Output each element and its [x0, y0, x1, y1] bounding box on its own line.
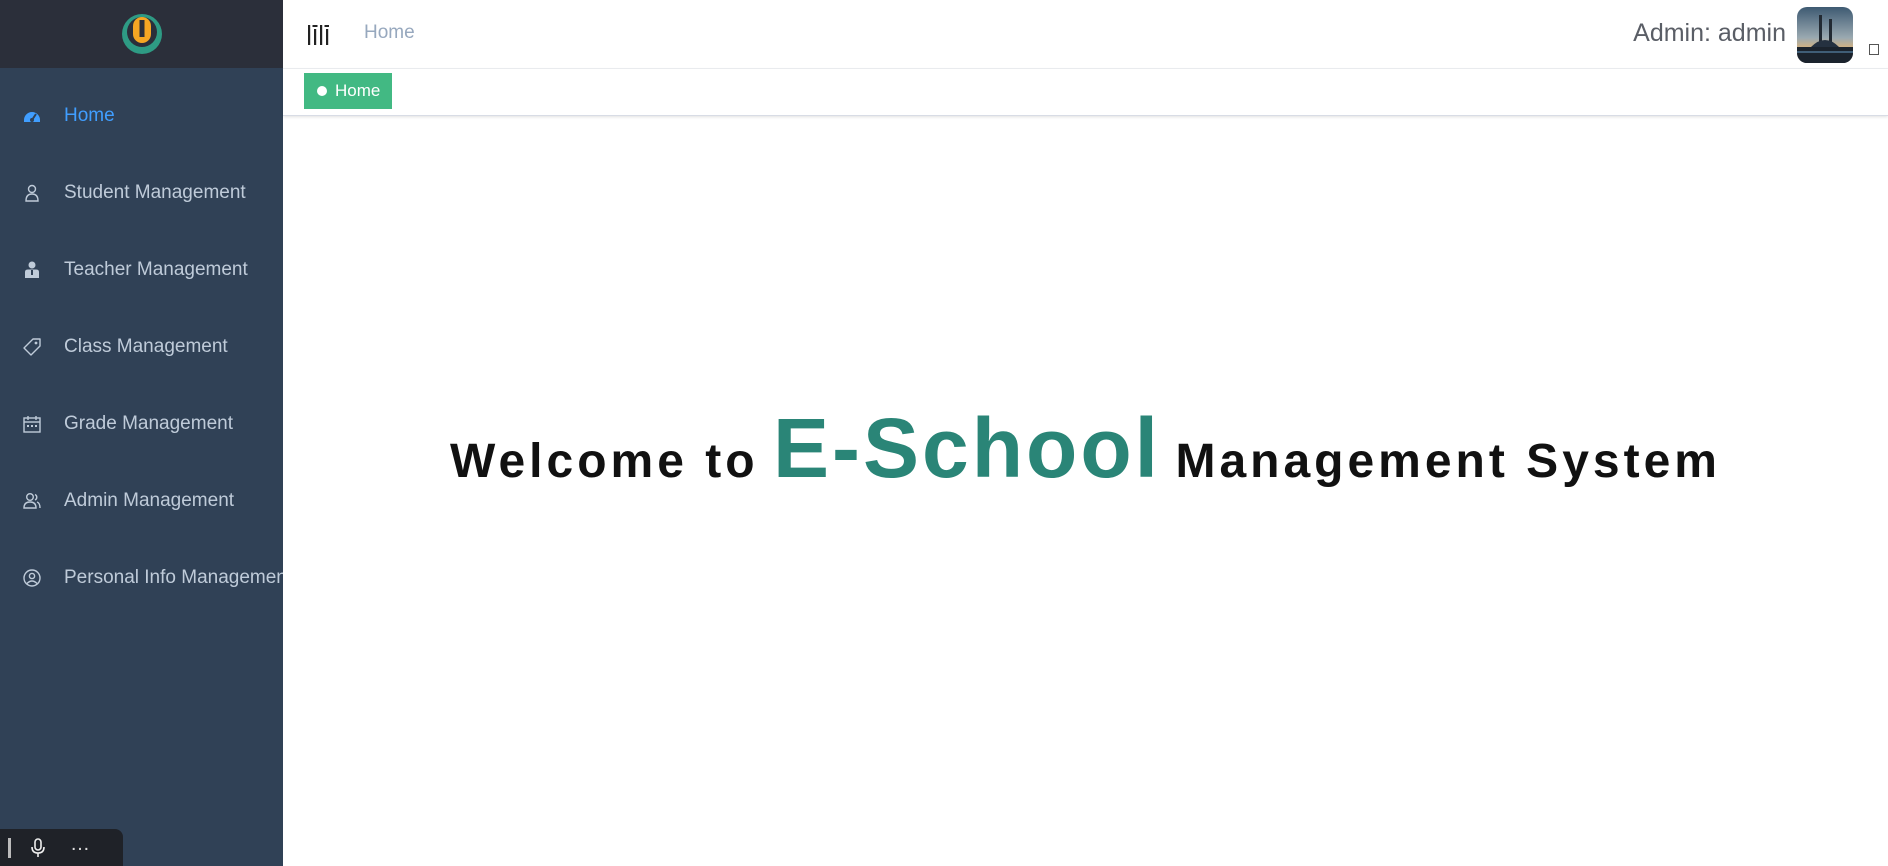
welcome-suffix: Management System [1175, 435, 1721, 488]
dashboard-icon [22, 106, 42, 126]
voice-toolbar: … [0, 829, 123, 866]
welcome-prefix: Welcome to [450, 435, 759, 488]
active-dot-icon [317, 86, 327, 96]
user-circle-icon [22, 568, 42, 588]
more-options-icon[interactable]: … [70, 834, 91, 854]
sidebar-item-label: Personal Info Management [64, 566, 283, 588]
sidebar-item-personal-info-management[interactable]: Personal Info Management [0, 539, 283, 616]
sidebar-item-student-management[interactable]: Student Management [0, 154, 283, 231]
welcome-banner: Welcome to E-School Management System [283, 400, 1888, 497]
dropdown-caret-icon[interactable] [1869, 44, 1879, 55]
sidebar-item-teacher-management[interactable]: Teacher Management [0, 231, 283, 308]
sidebar-item-label: Teacher Management [64, 258, 248, 280]
sidebar-menu: Home Student Management Teacher Manageme… [0, 77, 283, 616]
navbar: Home Admin: admin [283, 0, 1888, 69]
users-icon [22, 491, 42, 511]
person-icon [22, 183, 42, 203]
sidebar-item-grade-management[interactable]: Grade Management [0, 385, 283, 462]
tab-label: Home [335, 81, 381, 100]
sidebar-item-label: Grade Management [64, 412, 233, 434]
logo-bar [0, 0, 283, 68]
sidebar-item-label: Student Management [64, 181, 246, 203]
sidebar-item-admin-management[interactable]: Admin Management [0, 462, 283, 539]
admin-username[interactable]: Admin: admin [1633, 19, 1786, 48]
breadcrumb[interactable]: Home [364, 22, 415, 44]
hamburger-icon[interactable] [307, 21, 329, 45]
avatar[interactable] [1797, 7, 1853, 63]
drag-handle[interactable] [8, 837, 11, 858]
app-logo[interactable] [120, 12, 164, 56]
calendar-icon [22, 414, 42, 434]
sidebar: Home Student Management Teacher Manageme… [0, 0, 283, 866]
tab-home[interactable]: Home [304, 73, 393, 109]
sidebar-item-class-management[interactable]: Class Management [0, 308, 283, 385]
teacher-icon [22, 260, 42, 280]
microphone-icon[interactable] [28, 837, 48, 859]
sidebar-item-label: Admin Management [64, 489, 235, 511]
tag-icon [22, 337, 42, 357]
sidebar-item-home[interactable]: Home [0, 77, 283, 154]
sidebar-item-label: Home [64, 104, 115, 126]
tags-view: Home [283, 69, 1888, 116]
sidebar-item-label: Class Management [64, 335, 228, 357]
brand-name: E-School [772, 401, 1161, 495]
